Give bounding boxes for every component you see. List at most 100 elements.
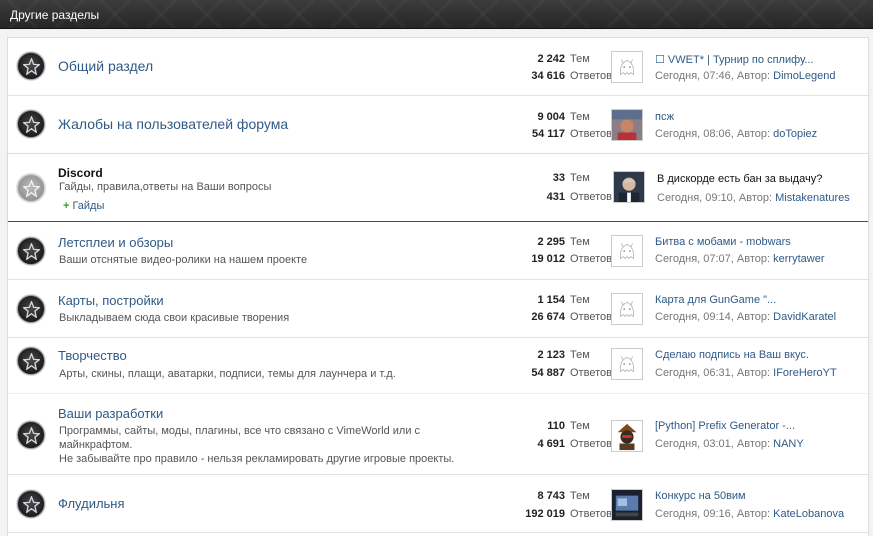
plus-icon: +	[63, 200, 70, 212]
forum-node-title[interactable]: Летсплеи и обзоры	[58, 235, 173, 250]
threads-count: 9 004	[537, 111, 565, 123]
last-post-date: Сегодня, 07:07	[655, 253, 731, 265]
subforum-label: Гайды	[72, 200, 105, 212]
last-post-title[interactable]: Карта для GunGame "...	[655, 294, 776, 306]
forum-node-icon	[17, 237, 45, 265]
last-post-title[interactable]: В дискорде есть бан за выдачу?	[657, 173, 822, 185]
last-post-author[interactable]: NANY	[773, 438, 804, 450]
ghost-avatar[interactable]	[611, 348, 643, 380]
replies-count: 431	[546, 191, 565, 203]
forum-node-description: Ваши отснятые видео-ролики на нашем прое…	[59, 254, 308, 266]
author-prefix: Автор:	[736, 438, 771, 450]
last-post-title[interactable]: псж	[655, 111, 674, 123]
last-post-meta: Сегодня, 09:14, Автор: DavidKaratel	[655, 311, 837, 323]
threads-label: Тем	[570, 490, 590, 502]
section-header: Другие разделы	[0, 0, 873, 29]
last-post-title[interactable]: [Python] Prefix Generator -...	[655, 420, 795, 432]
replies-label: Ответов	[570, 508, 612, 520]
forum-node-icon	[17, 295, 45, 323]
author-prefix: Автор:	[736, 311, 771, 323]
last-post-meta: Сегодня, 09:16, Автор: KateLobanova	[655, 508, 845, 520]
replies-count: 4 691	[537, 438, 565, 450]
ghost-avatar[interactable]	[611, 293, 643, 325]
replies-label: Ответов	[570, 253, 612, 265]
last-post-title[interactable]: ☐ VWET* | Турнир по сплифу...	[655, 53, 814, 66]
last-post-author[interactable]: Mistakenatures	[775, 192, 850, 204]
forum-node-title[interactable]: Общий раздел	[58, 58, 153, 74]
last-post-meta: Сегодня, 07:46, Автор: DimoLegend	[655, 70, 836, 82]
forum-node-title[interactable]: Ваши разработки	[58, 406, 163, 421]
subforum-link[interactable]: + Гайды	[63, 200, 104, 212]
last-post-title[interactable]: Сделаю подпись на Ваш вкус.	[655, 349, 809, 361]
forum-node-title[interactable]: Жалобы на пользователей форума	[58, 116, 288, 132]
author-prefix: Автор:	[738, 192, 773, 204]
author-prefix: Автор:	[736, 70, 771, 82]
photo-avatar[interactable]	[611, 109, 643, 141]
last-post-author[interactable]: DavidKaratel	[773, 311, 836, 323]
last-post-author[interactable]: DimoLegend	[773, 70, 835, 82]
last-post-date: Сегодня, 09:14	[655, 311, 731, 323]
last-post-author[interactable]: IForeHeroYT	[773, 367, 837, 379]
forum-node-description: Выкладываем сюда свои красивые творения	[59, 312, 290, 324]
replies-label: Ответов	[570, 311, 612, 323]
replies-count: 26 674	[531, 311, 565, 323]
threads-label: Тем	[570, 172, 590, 184]
forum-list: Общий раздел 2 242 Тем 34 616 Ответов ☐ …	[7, 37, 869, 536]
forum-node-icon	[17, 490, 45, 518]
threads-label: Тем	[570, 236, 590, 248]
last-post-title[interactable]: Конкурс на 50вим	[655, 490, 746, 502]
replies-label: Ответов	[570, 70, 612, 82]
forum-node-title[interactable]: Творчество	[58, 348, 127, 363]
forum-node: Летсплеи и обзоры Ваши отснятые видео-ро…	[8, 222, 868, 280]
threads-count: 2 242	[537, 53, 565, 65]
forum-node-description: Гайды, правила,ответы на Ваши вопросы	[59, 181, 272, 193]
replies-count: 19 012	[531, 253, 565, 265]
forum-node: Ваши разработки Программы, сайты, моды, …	[8, 398, 868, 475]
replies-count: 54 887	[531, 367, 565, 379]
portrait-avatar[interactable]	[613, 171, 645, 203]
last-post-date: Сегодня, 06:31	[655, 367, 731, 379]
forum-node: Карты, постройки Выкладываем сюда свои к…	[8, 280, 868, 338]
author-prefix: Автор:	[736, 508, 771, 520]
forum-node-title[interactable]: Флудильня	[58, 496, 125, 511]
replies-label: Ответов	[570, 438, 612, 450]
forum-node: Творчество Арты, скины, плащи, аватарки,…	[8, 338, 868, 394]
last-post-author[interactable]: doTopiez	[773, 128, 817, 140]
last-post-author[interactable]: kerrytawer	[773, 253, 824, 265]
replies-label: Ответов	[570, 191, 612, 203]
section-title: Другие разделы	[10, 8, 100, 22]
threads-label: Тем	[570, 53, 590, 65]
samurai-avatar[interactable]	[611, 420, 643, 452]
last-post-author[interactable]: KateLobanova	[773, 508, 844, 520]
last-post-date: Сегодня, 08:06	[655, 128, 731, 140]
forum-node-title[interactable]: Карты, постройки	[58, 293, 164, 308]
threads-label: Тем	[570, 111, 590, 123]
last-post-meta: Сегодня, 03:01, Автор: NANY	[655, 438, 804, 450]
ghost-avatar[interactable]	[611, 235, 643, 267]
threads-count: 1 154	[537, 294, 565, 306]
replies-count: 192 019	[525, 508, 565, 520]
replies-count: 34 616	[531, 70, 565, 82]
threads-label: Тем	[570, 349, 590, 361]
threads-count: 2 123	[537, 349, 565, 361]
threads-label: Тем	[570, 294, 590, 306]
forum-node-icon	[17, 174, 45, 202]
forum-node-title[interactable]: Discord	[58, 166, 103, 180]
last-post-date: Сегодня, 03:01	[655, 438, 731, 450]
forum-node: Жалобы на пользователей форума 9 004 Тем…	[8, 96, 868, 154]
author-prefix: Автор:	[736, 367, 771, 379]
replies-label: Ответов	[570, 367, 612, 379]
forum-node-icon	[17, 110, 45, 138]
forum-node-description: Программы, сайты, моды, плагины, все что…	[59, 425, 421, 437]
threads-count: 2 295	[537, 236, 565, 248]
last-post-title[interactable]: Битва с мобами - mobwars	[655, 236, 791, 248]
threads-count: 110	[547, 420, 565, 432]
screen-avatar[interactable]	[611, 489, 643, 521]
ghost-avatar[interactable]	[611, 51, 643, 83]
threads-count: 33	[552, 172, 565, 184]
author-prefix: Автор:	[736, 253, 771, 265]
forum-node-description: Арты, скины, плащи, аватарки, подписи, т…	[59, 368, 396, 380]
author-prefix: Автор:	[736, 128, 771, 140]
forum-node-icon	[17, 52, 45, 80]
last-post-date: Сегодня, 09:10	[657, 192, 733, 204]
